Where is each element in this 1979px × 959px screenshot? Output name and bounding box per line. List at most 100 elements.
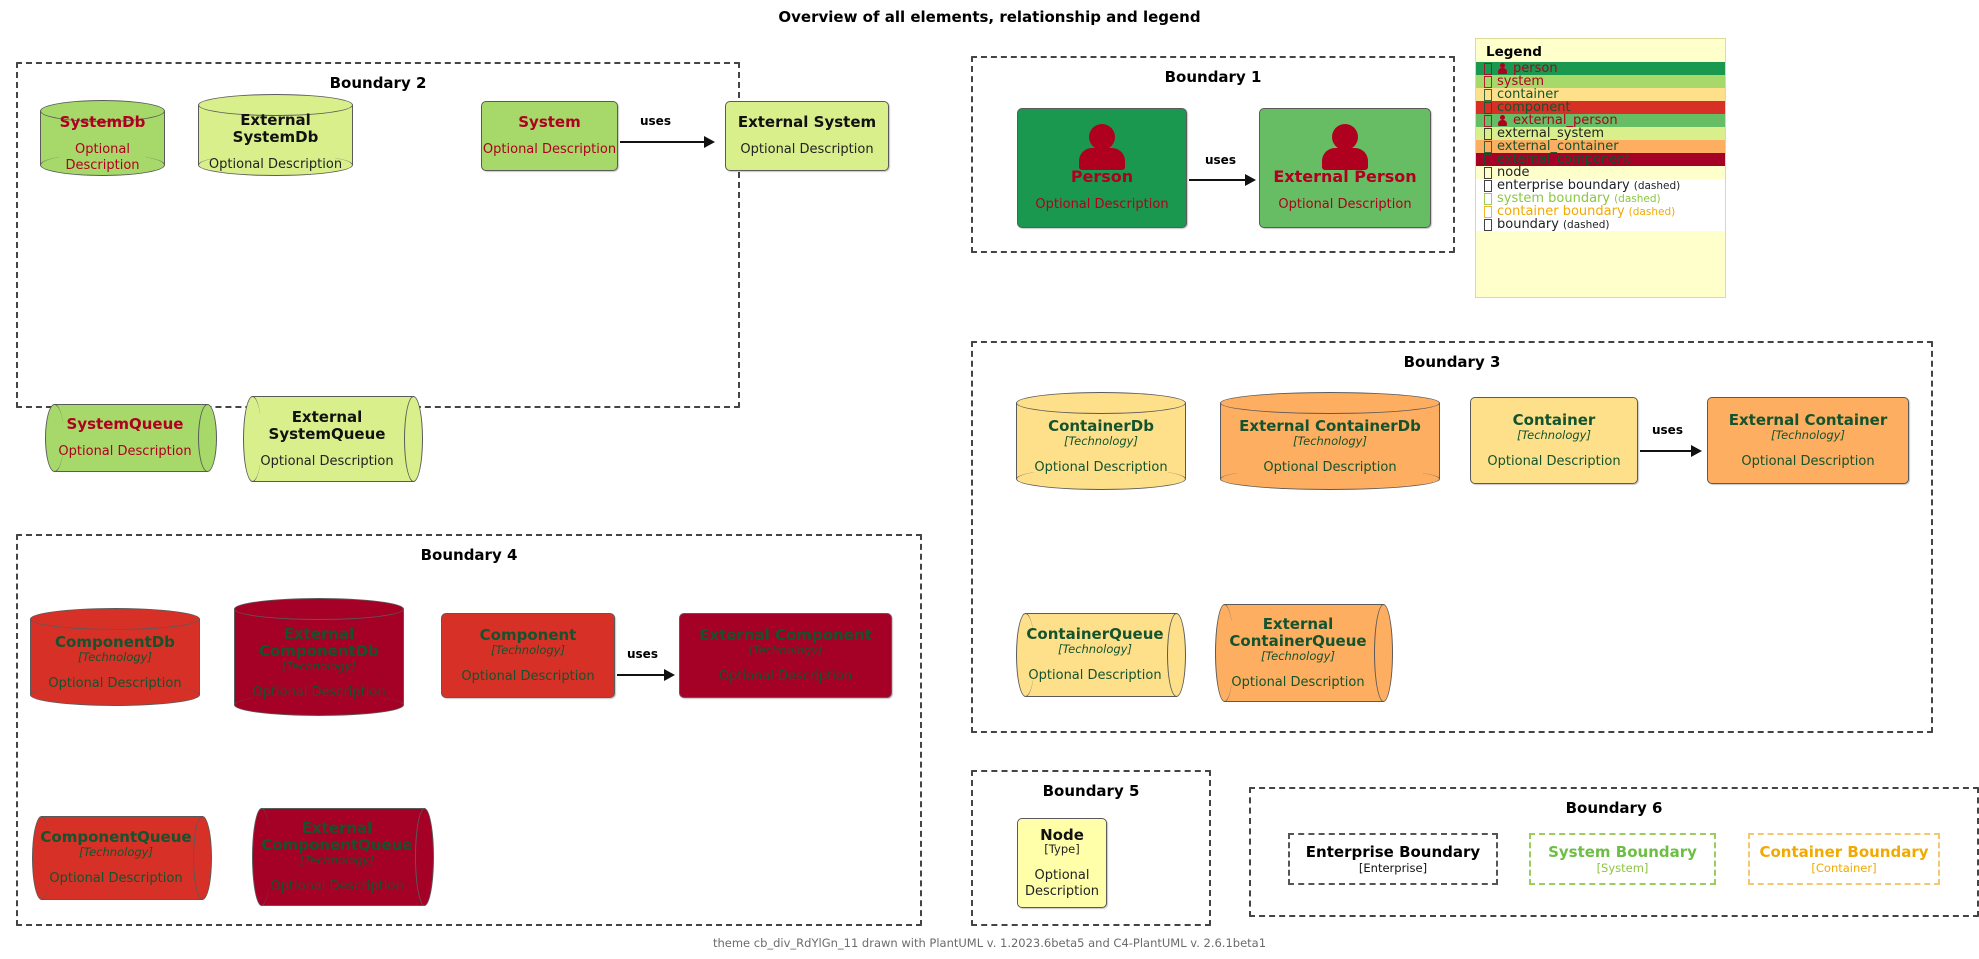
relationship-person-to-external-person: uses — [1187, 108, 1258, 228]
element-technology: [Technology] — [1771, 427, 1845, 442]
missing-glyph-icon — [1484, 179, 1492, 192]
element-external-component[interactable]: External Component [Technology] Optional… — [679, 613, 892, 698]
boundary-5-title: Boundary 5 — [1042, 782, 1140, 800]
element-external-container-queue[interactable]: External ContainerQueue [Technology] Opt… — [1215, 604, 1393, 702]
element-external-component-queue[interactable]: External ComponentQueue [Technology] Opt… — [252, 808, 434, 906]
person-icon — [1497, 115, 1508, 126]
missing-glyph-icon — [1484, 101, 1492, 114]
queue-cap-right — [198, 404, 217, 472]
element-description: Optional Description — [1231, 674, 1365, 690]
relationship-label: uses — [1652, 423, 1683, 437]
db-text: External ContainerDb [Technology] Option… — [1220, 392, 1440, 490]
person-icon — [1318, 123, 1372, 170]
legend-label: boundary — [1497, 217, 1559, 232]
element-title: External Component — [699, 625, 872, 644]
element-external-person[interactable]: External Person Optional Description — [1259, 108, 1431, 228]
boundary-6-title: Boundary 6 — [1565, 799, 1663, 817]
sub-boundary-type: [Enterprise] — [1358, 860, 1428, 875]
missing-glyph-icon — [1484, 218, 1492, 231]
element-description: Optional Description — [252, 684, 386, 700]
element-container[interactable]: Container [Technology] Optional Descript… — [1470, 397, 1638, 484]
arrow-line — [617, 674, 665, 676]
element-external-system[interactable]: External System Optional Description — [725, 101, 889, 171]
element-component-db[interactable]: ComponentDb [Technology] Optional Descri… — [30, 608, 200, 706]
element-external-component-db[interactable]: External ComponentDb [Technology] Option… — [234, 598, 404, 716]
legend-panel: Legend person system container component ext… — [1475, 38, 1726, 298]
db-text: External SystemDb Optional Description — [198, 94, 353, 176]
element-title: SystemDb — [59, 113, 146, 132]
element-system[interactable]: System Optional Description — [481, 101, 618, 171]
element-system-queue[interactable]: SystemQueue Optional Description — [45, 404, 217, 472]
queue-cap-right — [193, 816, 212, 900]
boundary-3-title: Boundary 3 — [1403, 353, 1501, 371]
person-icon — [1497, 63, 1508, 74]
sub-boundary-title: Enterprise Boundary — [1305, 842, 1481, 861]
element-title-line1: External — [283, 624, 355, 643]
db-text: ContainerDb [Technology] Optional Descri… — [1016, 392, 1186, 490]
element-description: Optional Description — [1741, 453, 1875, 469]
element-technology: [Technology] — [1261, 648, 1335, 663]
sub-boundary-container[interactable]: Container Boundary [Container] — [1748, 833, 1940, 885]
queue-text: ComponentQueue [Technology] Optional Des… — [38, 816, 194, 900]
element-title: Node — [1040, 825, 1084, 844]
element-technology: [Technology] — [1058, 642, 1132, 657]
relationship-label: uses — [1205, 153, 1236, 167]
legend-label-suffix: (dashed) — [1633, 179, 1681, 192]
element-component-queue[interactable]: ComponentQueue [Technology] Optional Des… — [32, 816, 212, 900]
element-external-system-queue[interactable]: External SystemQueue Optional Descriptio… — [243, 396, 423, 482]
missing-glyph-icon — [1484, 114, 1492, 127]
element-system-db[interactable]: SystemDb Optional Description — [40, 100, 165, 176]
element-description: Optional Description — [65, 142, 140, 173]
element-title-line1: External — [301, 818, 373, 837]
sub-boundary-type: [System] — [1596, 860, 1649, 875]
relationship-label: uses — [627, 647, 658, 661]
missing-glyph-icon — [1484, 62, 1492, 75]
element-technology: [Technology] — [78, 650, 152, 665]
element-technology: [Technology] — [1293, 434, 1367, 449]
legend-label-suffix: (dashed) — [1562, 218, 1610, 231]
db-text: ComponentDb [Technology] Optional Descri… — [30, 608, 200, 706]
sub-boundary-type: [Container] — [1811, 860, 1877, 875]
element-title: ContainerDb — [1048, 417, 1154, 436]
element-title: System — [518, 113, 581, 132]
element-title-line2: ContainerQueue — [1229, 631, 1367, 650]
sub-boundary-enterprise[interactable]: Enterprise Boundary [Enterprise] — [1288, 833, 1498, 885]
element-person[interactable]: Person Optional Description — [1017, 108, 1187, 228]
sub-boundary-title: Container Boundary — [1759, 842, 1929, 861]
element-title: External SystemDb — [232, 110, 319, 146]
missing-glyph-icon — [1484, 127, 1492, 140]
element-technology: [Technology] — [1064, 434, 1138, 449]
element-title: ContainerQueue — [1026, 625, 1164, 644]
element-external-container-db[interactable]: External ContainerDb [Technology] Option… — [1220, 392, 1440, 490]
missing-glyph-icon — [1484, 166, 1492, 179]
missing-glyph-icon — [1484, 192, 1492, 205]
element-external-container[interactable]: External Container [Technology] Optional… — [1707, 397, 1909, 484]
queue-text: External SystemQueue Optional Descriptio… — [249, 396, 405, 482]
missing-glyph-icon — [1484, 140, 1492, 153]
element-container-queue[interactable]: ContainerQueue [Technology] Optional Des… — [1016, 613, 1186, 697]
arrow-head-icon — [704, 136, 715, 148]
element-title: Person — [1070, 166, 1134, 186]
element-external-system-db[interactable]: External SystemDb Optional Description — [198, 94, 353, 176]
element-technology: [Technology] — [1517, 427, 1591, 442]
element-description: Optional Description — [1024, 868, 1100, 899]
footer-note: theme cb_div_RdYlGn_11 drawn with PlantU… — [712, 936, 1267, 950]
page-title: Overview of all elements, relationship a… — [778, 8, 1201, 26]
element-title: External System — [737, 113, 877, 132]
missing-glyph-icon — [1484, 205, 1492, 218]
relationship-system-to-external-system: uses — [618, 101, 723, 171]
element-technology: [Technology] — [282, 658, 356, 673]
element-component[interactable]: Component [Technology] Optional Descript… — [441, 613, 615, 698]
sub-boundary-system[interactable]: System Boundary [System] — [1529, 833, 1716, 885]
element-description: Optional Description — [1034, 460, 1168, 476]
element-title-line1: External — [291, 407, 363, 426]
element-title-line2: ComponentQueue — [261, 835, 413, 854]
relationship-component-to-external-component: uses — [615, 613, 677, 698]
sub-boundary-title: System Boundary — [1548, 842, 1697, 861]
element-container-db[interactable]: ContainerDb [Technology] Optional Descri… — [1016, 392, 1186, 490]
missing-glyph-icon — [1484, 88, 1492, 101]
element-title: Container — [1512, 410, 1596, 429]
missing-glyph-icon — [1484, 75, 1492, 88]
element-title-line1: External — [1262, 614, 1334, 633]
element-node[interactable]: Node [Type] Optional Description — [1017, 818, 1107, 908]
